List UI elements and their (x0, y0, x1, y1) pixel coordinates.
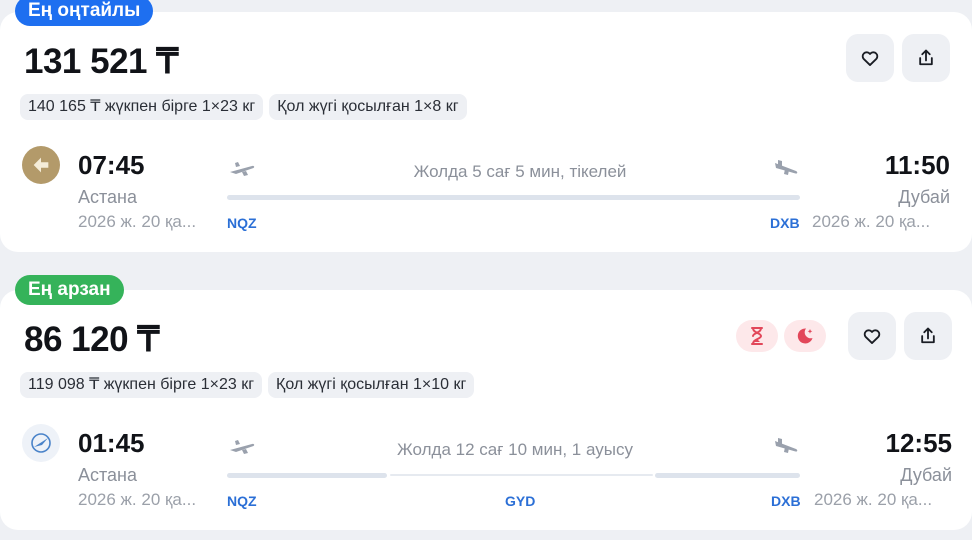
takeoff-plane-icon (230, 440, 255, 454)
share-icon (919, 49, 933, 66)
hourglass-tag[interactable] (736, 320, 778, 352)
offer-price: 131 521 ₸ (24, 42, 179, 81)
departure-time: 01:45 (78, 428, 145, 458)
layover-connector (390, 474, 653, 476)
azal-logo (22, 424, 60, 462)
share-button[interactable] (902, 34, 950, 82)
flight-duration: Жолда 5 сағ 5 мин, тікелей (413, 162, 627, 181)
offer-price: 86 120 ₸ (24, 320, 160, 359)
badge-best-offer: Ең оңтайлы (15, 0, 154, 26)
hourglass-icon (751, 327, 763, 345)
arrival-city: Дубай (898, 187, 950, 207)
heart-icon (861, 51, 879, 67)
departure-date: 2026 ж. 20 қа... (78, 212, 197, 231)
stopover-airport-code: GYD (505, 493, 536, 509)
hand-luggage-chip: Қол жүгі қосылған 1×10 кг (268, 372, 475, 398)
arrival-airport-code: DXB (770, 215, 800, 231)
badge-cheapest-offer: Ең арзан (15, 275, 124, 305)
departure-date: 2026 ж. 20 қа... (78, 490, 197, 509)
arrival-date: 2026 ж. 20 қа... (814, 490, 933, 509)
route-line (227, 195, 800, 200)
baggage-chip[interactable]: 119 098 ₸ жүкпен бірге 1×23 кг (20, 372, 263, 398)
landing-plane-icon (775, 160, 798, 175)
offer-chips: 119 098 ₸ жүкпен бірге 1×23 кг Қол жүгі … (20, 372, 475, 398)
takeoff-plane-icon (230, 162, 255, 176)
arrival-date: 2026 ж. 20 қа... (812, 212, 931, 231)
offer-chips: 140 165 ₸ жүкпен бірге 1×23 кг Қол жүгі … (20, 94, 467, 120)
arrival-city: Дубай (900, 465, 952, 485)
favorite-button[interactable] (846, 34, 894, 82)
heart-icon (863, 329, 881, 344)
departure-airport-code: NQZ (227, 215, 257, 231)
landing-plane-icon (775, 438, 798, 453)
arrival-time: 12:55 (885, 428, 953, 458)
departure-airport-code: NQZ (227, 493, 257, 509)
offer-card-cheapest[interactable]: 86 120 ₸ 119 098 ₸ жүкпен бірге 1×23 кг … (0, 290, 972, 530)
offer-card-best[interactable]: 131 521 ₸ 140 165 ₸ жүкпен бірге 1×23 кг… (0, 12, 972, 252)
share-button[interactable] (904, 312, 952, 360)
arrival-airport-code: DXB (771, 493, 801, 509)
hand-luggage-chip: Қол жүгі қосылған 1×8 кг (269, 94, 467, 120)
air-astana-logo (22, 146, 60, 184)
arrival-time: 11:50 (884, 150, 950, 180)
flight-duration: Жолда 12 сағ 10 мин, 1 ауысу (397, 440, 633, 459)
night-flight-icon (797, 328, 813, 344)
share-icon (921, 327, 935, 344)
route-line-segment-1 (227, 473, 387, 478)
route-line-segment-2 (655, 473, 800, 478)
night-flight-tag[interactable] (784, 320, 826, 352)
favorite-button[interactable] (848, 312, 896, 360)
departure-time: 07:45 (78, 150, 145, 180)
departure-city: Астана (78, 465, 138, 485)
departure-city: Астана (78, 187, 138, 207)
baggage-chip[interactable]: 140 165 ₸ жүкпен бірге 1×23 кг (20, 94, 264, 120)
